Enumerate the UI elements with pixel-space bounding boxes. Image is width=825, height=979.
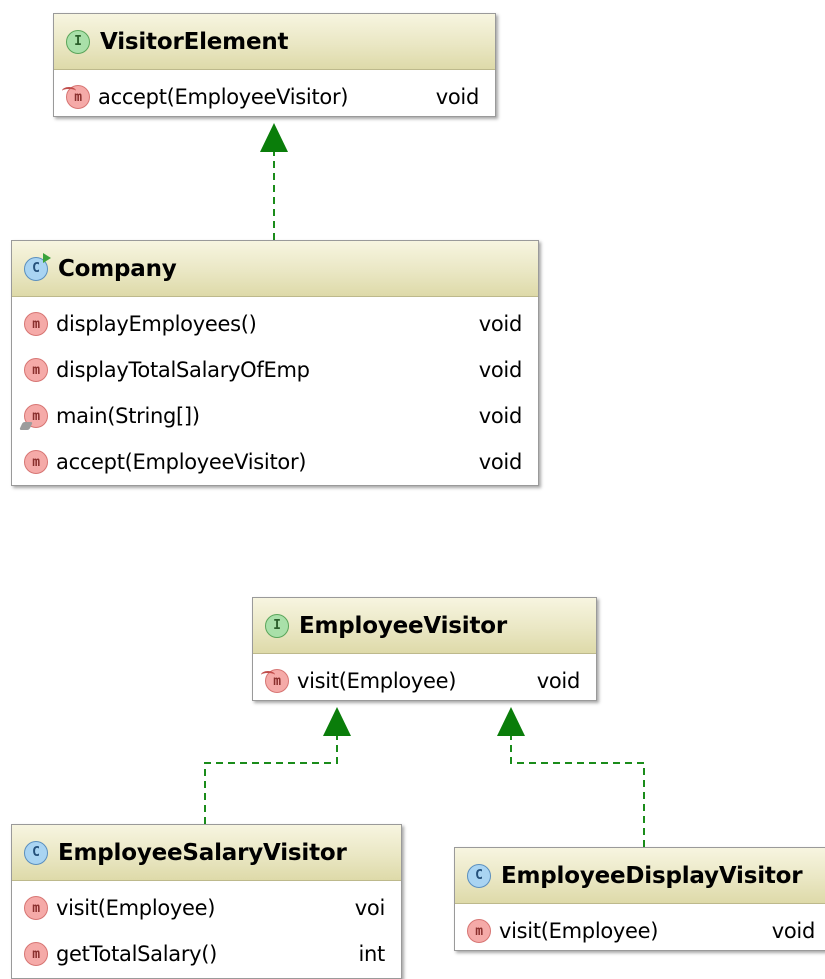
- method-get-total-salary[interactable]: m getTotalSalary() int: [12, 931, 401, 977]
- realization-line[interactable]: [204, 735, 338, 824]
- company-header[interactable]: C Company: [12, 241, 538, 297]
- method-return-type: void: [478, 404, 523, 428]
- class-icon: C: [467, 863, 491, 888]
- method-return-type: void: [478, 450, 523, 474]
- abstract-method-icon: m: [62, 85, 90, 109]
- method-return-type: void: [435, 85, 480, 109]
- method-return-type: void: [478, 312, 523, 336]
- runnable-class-icon: C: [24, 252, 51, 281]
- method-return-type: void: [478, 358, 523, 382]
- method-return-type: voi: [354, 896, 386, 920]
- method-main[interactable]: m main(String[]) void: [12, 393, 538, 439]
- method-accept[interactable]: m accept(EmployeeVisitor) void: [12, 439, 538, 485]
- method-display-employees[interactable]: m displayEmployees() void: [12, 301, 538, 347]
- method-icon: m: [24, 896, 48, 920]
- class-employee-display-visitor[interactable]: C EmployeeDisplayVisitor m visit(Employe…: [454, 847, 825, 951]
- method-return-type: int: [358, 942, 386, 966]
- class-company[interactable]: C Company m displayEmployees() void m di…: [11, 240, 539, 486]
- method-icon: m: [24, 358, 48, 382]
- visitor-element-title: VisitorElement: [100, 28, 289, 55]
- employee-visitor-header[interactable]: I EmployeeVisitor: [253, 598, 596, 654]
- method-visit[interactable]: m visit(Employee) voi: [12, 885, 401, 931]
- method-signature: displayEmployees(): [56, 312, 257, 336]
- employee-display-visitor-title: EmployeeDisplayVisitor: [501, 862, 803, 889]
- method-display-total-salary[interactable]: m displayTotalSalaryOfEmp void: [12, 347, 538, 393]
- method-icon: m: [24, 450, 48, 474]
- method-icon: m: [467, 919, 491, 943]
- method-visit[interactable]: m visit(Employee) void: [253, 658, 596, 700]
- method-icon: m: [24, 312, 48, 336]
- visitor-element-header[interactable]: I VisitorElement: [54, 14, 495, 70]
- company-title: Company: [58, 255, 177, 282]
- method-signature: visit(Employee): [56, 896, 216, 920]
- method-signature: visit(Employee): [297, 669, 457, 693]
- method-signature: accept(EmployeeVisitor): [56, 450, 307, 474]
- interface-icon: I: [265, 613, 289, 638]
- class-employee-salary-visitor[interactable]: C EmployeeSalaryVisitor m visit(Employee…: [11, 824, 402, 979]
- realization-arrowhead: [260, 123, 288, 152]
- interface-visitor-element[interactable]: I VisitorElement m accept(EmployeeVisito…: [53, 13, 496, 117]
- method-visit[interactable]: m visit(Employee) void: [455, 908, 825, 950]
- method-signature: main(String[]): [56, 404, 200, 428]
- static-method-icon: m: [19, 404, 48, 430]
- method-return-type: void: [536, 669, 581, 693]
- method-signature: getTotalSalary(): [56, 942, 218, 966]
- employee-salary-visitor-header[interactable]: C EmployeeSalaryVisitor: [12, 825, 401, 881]
- class-icon: C: [24, 840, 48, 865]
- method-icon: m: [24, 942, 48, 966]
- employee-salary-visitor-title: EmployeeSalaryVisitor: [58, 839, 347, 866]
- realization-arrowhead: [497, 707, 525, 736]
- method-signature: displayTotalSalaryOfEmp: [56, 358, 310, 382]
- abstract-method-icon: m: [261, 669, 289, 693]
- method-signature: visit(Employee): [499, 919, 659, 943]
- method-accept[interactable]: m accept(EmployeeVisitor) void: [54, 74, 495, 116]
- realization-line[interactable]: [510, 735, 645, 847]
- interface-icon: I: [66, 29, 90, 54]
- interface-employee-visitor[interactable]: I EmployeeVisitor m visit(Employee) void: [252, 597, 597, 701]
- employee-visitor-title: EmployeeVisitor: [299, 612, 508, 639]
- realization-arrowhead: [323, 707, 351, 736]
- method-signature: accept(EmployeeVisitor): [98, 85, 349, 109]
- employee-display-visitor-header[interactable]: C EmployeeDisplayVisitor: [455, 848, 825, 904]
- method-return-type: void: [771, 919, 816, 943]
